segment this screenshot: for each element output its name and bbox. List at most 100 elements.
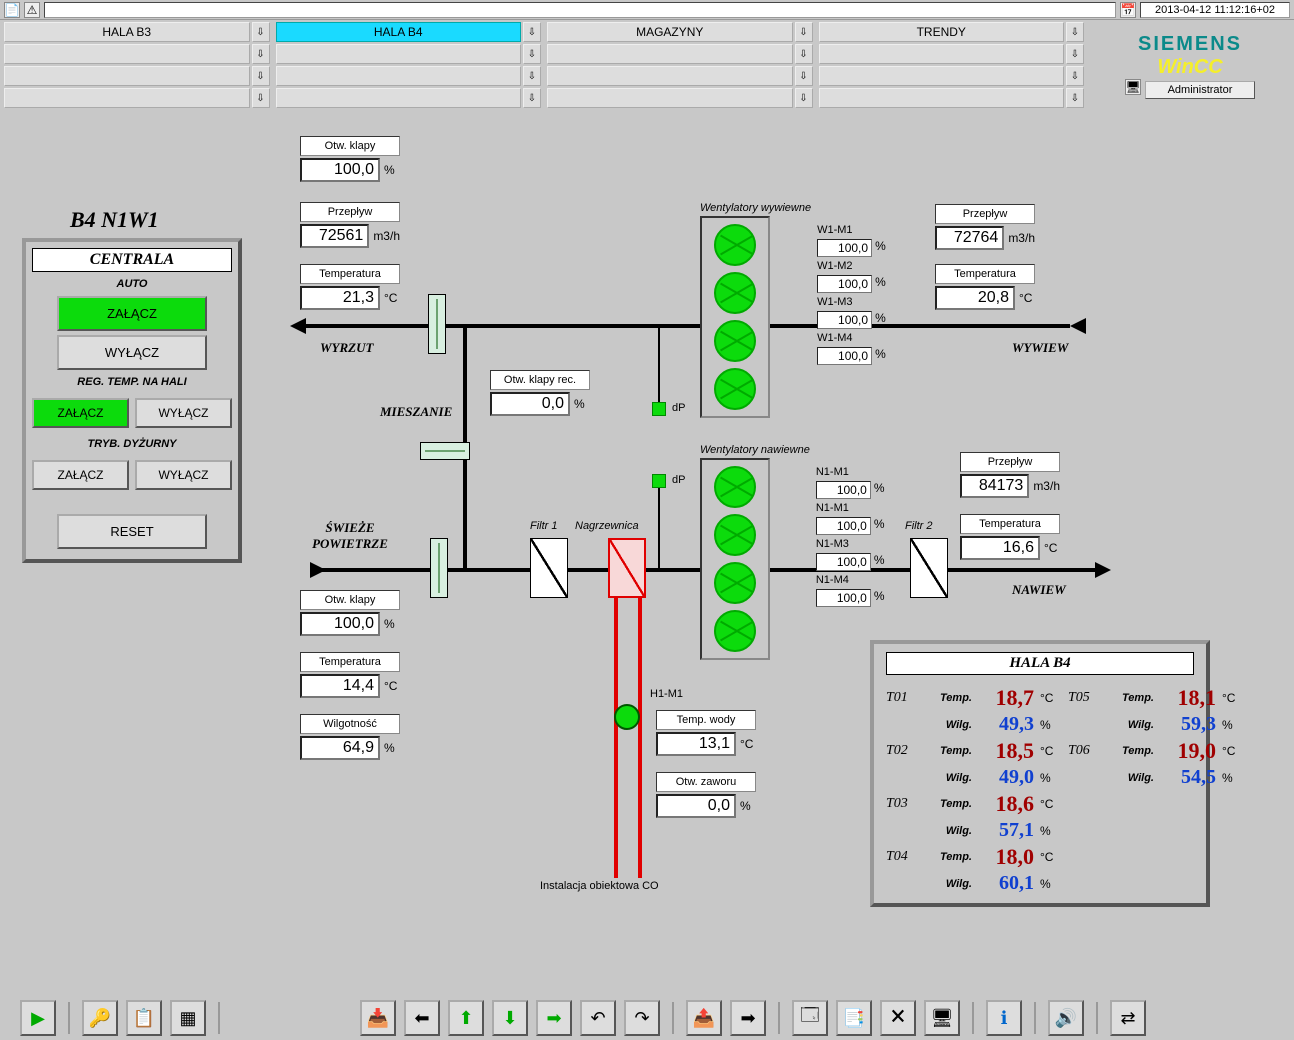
- nav-empty[interactable]: [276, 44, 522, 64]
- brand-siemens: SIEMENS: [1138, 33, 1242, 56]
- damper-supply[interactable]: [430, 538, 448, 598]
- fan-id: N1-M4: [816, 574, 866, 586]
- pump-label: H1-M1: [650, 688, 683, 700]
- tab-hala-b3[interactable]: HALA B3: [4, 22, 250, 42]
- btn-reg-on[interactable]: ZAŁĄCZ: [32, 398, 129, 428]
- sound-check-icon[interactable]: 🔊: [1048, 1000, 1084, 1036]
- arrow-left-icon[interactable]: ⬅: [404, 1000, 440, 1036]
- dropdown-icon[interactable]: ⇩: [252, 88, 270, 108]
- dropdown-icon[interactable]: ⇩: [252, 44, 270, 64]
- export-icon[interactable]: 📤: [686, 1000, 722, 1036]
- nav-empty[interactable]: [4, 44, 250, 64]
- tab-trendy[interactable]: TRENDY: [819, 22, 1065, 42]
- dropdown-icon[interactable]: ⇩: [1066, 44, 1084, 64]
- info-icon[interactable]: ℹ: [986, 1000, 1022, 1036]
- tab-magazyny[interactable]: MAGAZYNY: [547, 22, 793, 42]
- dropdown-icon[interactable]: ⇩: [523, 66, 541, 86]
- arrow-right-alt-icon[interactable]: ➡: [730, 1000, 766, 1036]
- nav-empty[interactable]: [4, 66, 250, 86]
- swap-icon[interactable]: ⇄: [1110, 1000, 1146, 1036]
- heater[interactable]: [608, 538, 646, 598]
- exhaust-right-flow: Przepływ 72764m3/h: [935, 204, 1035, 250]
- dropdown-icon[interactable]: ⇩: [795, 22, 813, 42]
- unit: %: [740, 799, 751, 813]
- nav-empty[interactable]: [547, 44, 793, 64]
- redo-icon[interactable]: ↷: [624, 1000, 660, 1036]
- unit: m3/h: [1008, 231, 1035, 245]
- dropdown-icon[interactable]: ⇩: [252, 22, 270, 42]
- btn-reset[interactable]: RESET: [57, 514, 207, 549]
- value: 14,4: [300, 674, 380, 698]
- sensor-id: T04: [886, 849, 926, 865]
- unit: %: [1040, 718, 1062, 732]
- label: Wilgotność: [300, 714, 400, 734]
- unit: °C: [1222, 691, 1244, 705]
- dropdown-icon[interactable]: ⇩: [252, 66, 270, 86]
- unit: °C: [1222, 744, 1244, 758]
- dropdown-icon[interactable]: ⇩: [1066, 66, 1084, 86]
- key-icon[interactable]: 🔑: [82, 1000, 118, 1036]
- unit: %: [875, 239, 886, 257]
- arrow-down-icon[interactable]: ⬇: [492, 1000, 528, 1036]
- nav-empty[interactable]: [276, 66, 522, 86]
- nav-empty[interactable]: [547, 66, 793, 86]
- btn-reg-off[interactable]: WYŁĄCZ: [135, 398, 232, 428]
- terminal-icon[interactable]: 🖥: [1125, 79, 1141, 95]
- filter-1[interactable]: [530, 538, 568, 598]
- value: 16,6: [960, 536, 1040, 560]
- dropdown-icon[interactable]: ⇩: [523, 88, 541, 108]
- btn-on-main[interactable]: ZAŁĄCZ: [57, 296, 207, 331]
- play-icon[interactable]: ▶: [20, 1000, 56, 1036]
- dropdown-icon[interactable]: ⇩: [523, 44, 541, 64]
- fan-id: W1-M1: [817, 224, 867, 236]
- label-wyrzut: WYRZUT: [320, 340, 373, 356]
- calendar-icon[interactable]: 📅: [1120, 2, 1136, 18]
- arrow-right-icon[interactable]: ➡: [536, 1000, 572, 1036]
- damper-exhaust[interactable]: [428, 294, 446, 354]
- supply-damper-group: Otw. klapy 100,0%: [300, 590, 400, 636]
- nav-empty[interactable]: [819, 44, 1065, 64]
- nav-empty[interactable]: [819, 88, 1065, 108]
- nav-empty[interactable]: [547, 88, 793, 108]
- dropdown-icon[interactable]: ⇩: [795, 88, 813, 108]
- user-badge[interactable]: Administrator: [1145, 81, 1255, 99]
- tab-hala-b4[interactable]: HALA B4: [276, 22, 522, 42]
- windows-icon[interactable]: 🗔: [792, 1000, 828, 1036]
- pump-h1m1[interactable]: [614, 704, 640, 730]
- import-icon[interactable]: 📥: [360, 1000, 396, 1036]
- nav-empty[interactable]: [819, 66, 1065, 86]
- fan-id: W1-M3: [817, 296, 867, 308]
- nav-empty[interactable]: [276, 88, 522, 108]
- list-icon[interactable]: 📋: [126, 1000, 162, 1036]
- damper-recirc[interactable]: [420, 442, 470, 460]
- humid-label: Wilg.: [932, 825, 972, 837]
- unit: %: [1040, 771, 1062, 785]
- unit: °C: [384, 679, 397, 693]
- warning-icon[interactable]: ⚠: [24, 2, 40, 18]
- sensor-id: T06: [1068, 743, 1108, 759]
- delete-icon[interactable]: 🗙: [880, 1000, 916, 1036]
- supply-temp-group: Temperatura 14,4°C: [300, 652, 400, 698]
- dropdown-icon[interactable]: ⇩: [795, 44, 813, 64]
- dropdown-icon[interactable]: ⇩: [795, 66, 813, 86]
- label: Otw. zaworu: [656, 772, 756, 792]
- fan-val: 100,0: [816, 517, 871, 535]
- grid-icon[interactable]: ▦: [170, 1000, 206, 1036]
- supply-right-flow: Przepływ 84173m3/h: [960, 452, 1060, 498]
- nav-empty[interactable]: [4, 88, 250, 108]
- filter-2[interactable]: [910, 538, 948, 598]
- btn-duty-on[interactable]: ZAŁĄCZ: [32, 460, 129, 490]
- monitor-icon[interactable]: 🖥: [924, 1000, 960, 1036]
- btn-off-main[interactable]: WYŁĄCZ: [57, 335, 207, 370]
- dropdown-icon[interactable]: ⇩: [1066, 22, 1084, 42]
- arrow-up-icon[interactable]: ⬆: [448, 1000, 484, 1036]
- notes-icon[interactable]: 📄: [4, 2, 20, 18]
- copy-icon[interactable]: 📑: [836, 1000, 872, 1036]
- unit: °C: [1040, 691, 1062, 705]
- dropdown-icon[interactable]: ⇩: [1066, 88, 1084, 108]
- btn-duty-off[interactable]: WYŁĄCZ: [135, 460, 232, 490]
- undo-icon[interactable]: ↶: [580, 1000, 616, 1036]
- dropdown-icon[interactable]: ⇩: [523, 22, 541, 42]
- fan-val: 100,0: [817, 347, 872, 365]
- label: Temp. wody: [656, 710, 756, 730]
